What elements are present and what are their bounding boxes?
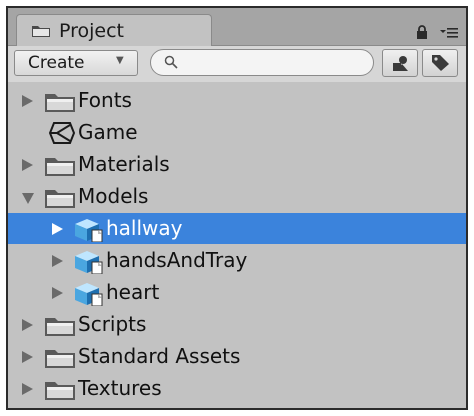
folder-icon: [45, 318, 75, 336]
tree-item-label: Textures: [78, 376, 162, 400]
folder-icon: [45, 350, 75, 368]
tree-item-label: hallway: [106, 216, 183, 240]
expand-arrow-icon[interactable]: [52, 255, 63, 267]
unity-scene-icon: [48, 122, 76, 144]
tab-title: Project: [59, 20, 125, 42]
filter-by-label-button[interactable]: [422, 49, 458, 77]
tab-project[interactable]: Project: [16, 14, 212, 46]
folder-icon: [45, 382, 75, 400]
tree-item-textures[interactable]: Textures: [8, 373, 466, 404]
tree-item-standard-assets[interactable]: Standard Assets: [8, 341, 466, 372]
tree-item-label: Models: [78, 184, 149, 208]
lock-icon[interactable]: [416, 25, 428, 39]
expand-arrow-icon[interactable]: [52, 287, 63, 299]
expand-arrow-icon[interactable]: [22, 383, 33, 395]
folder-icon: [32, 26, 50, 37]
filter-by-type-button[interactable]: [382, 49, 418, 77]
search-icon: [164, 55, 178, 69]
panel-tab-bar: Project: [8, 8, 466, 46]
tree-item-scripts[interactable]: Scripts: [8, 309, 466, 340]
tree-item-label: Scripts: [78, 312, 147, 336]
tree-item-handsandtray[interactable]: handsAndTray: [8, 245, 466, 276]
search-input[interactable]: [185, 53, 361, 71]
filter-type-icon: [393, 56, 408, 71]
tree-item-hallway[interactable]: hallway: [8, 213, 466, 244]
expand-arrow-icon[interactable]: [22, 95, 33, 107]
model-cube-icon: [75, 251, 103, 274]
expand-arrow-icon[interactable]: [52, 223, 63, 235]
tree-item-label: Materials: [78, 152, 170, 176]
expand-arrow-icon[interactable]: [22, 319, 33, 331]
folder-icon: [45, 94, 75, 112]
model-cube-icon: [75, 283, 103, 306]
tree-item-label: Fonts: [78, 88, 132, 112]
project-toolbar: Create ▼: [8, 46, 466, 83]
folder-open-icon: [45, 190, 75, 208]
create-label: Create: [28, 53, 85, 73]
project-panel: Project Create ▼ Fonts Game Materials Mo…: [6, 6, 468, 410]
tree-item-heart[interactable]: heart: [8, 277, 466, 308]
panel-menu-icon[interactable]: [440, 26, 458, 38]
tree-item-models[interactable]: Models: [8, 181, 466, 212]
tree-item-game[interactable]: Game: [8, 117, 466, 148]
search-field[interactable]: [150, 49, 374, 76]
model-cube-icon: [75, 219, 103, 242]
folder-icon: [45, 158, 75, 176]
tag-icon: [432, 55, 449, 71]
collapse-arrow-icon[interactable]: [22, 193, 34, 204]
chevron-down-icon: ▼: [116, 55, 124, 66]
create-button[interactable]: Create ▼: [14, 50, 138, 76]
expand-arrow-icon[interactable]: [22, 159, 33, 171]
tree-item-label: handsAndTray: [106, 248, 248, 272]
tree-item-label: Standard Assets: [78, 344, 241, 368]
expand-arrow-icon[interactable]: [22, 351, 33, 363]
asset-tree: Fonts Game Materials Models hallway hand…: [8, 82, 466, 408]
tree-item-fonts[interactable]: Fonts: [8, 85, 466, 116]
tree-item-label: heart: [106, 280, 160, 304]
tree-item-materials[interactable]: Materials: [8, 149, 466, 180]
tree-item-label: Game: [78, 120, 138, 144]
